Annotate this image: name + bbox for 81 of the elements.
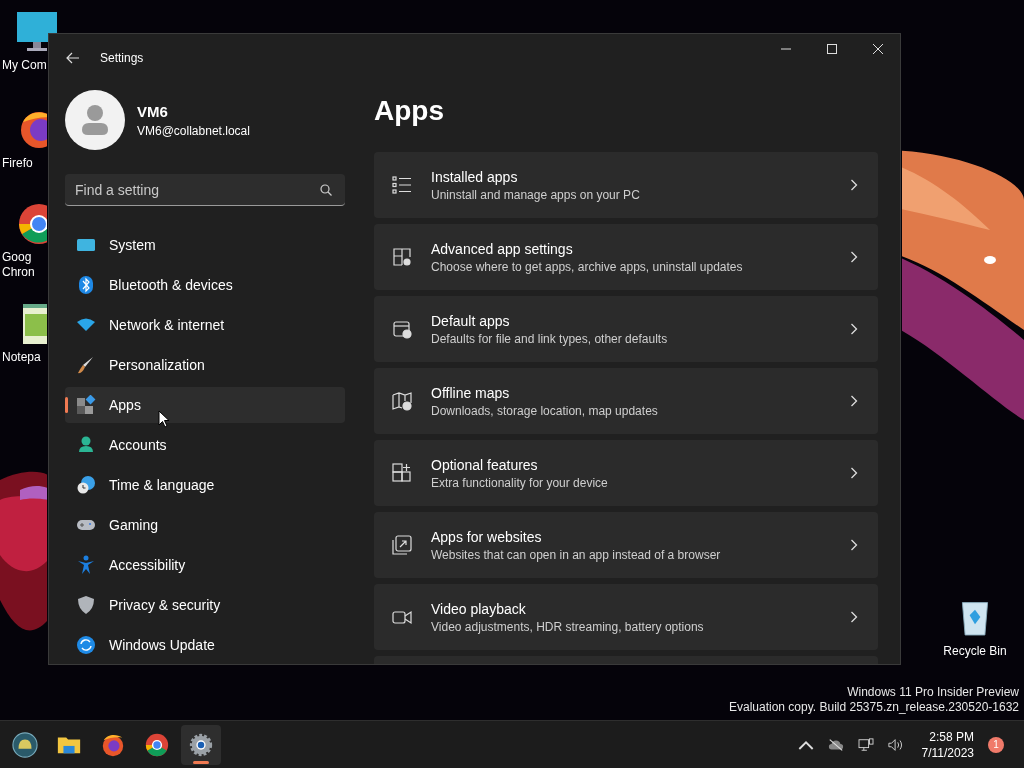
shield-icon — [76, 595, 96, 615]
desktop-icon-label: Chron — [2, 265, 35, 280]
settings-card[interactable]: Installed apps Uninstall and manage apps on your PC — [374, 152, 878, 218]
nav-item[interactable]: Accessibility — [65, 547, 345, 583]
cloud-off-icon[interactable] — [827, 737, 844, 752]
card-title: Advanced app settings — [431, 240, 574, 257]
chevron-right-icon — [850, 179, 858, 191]
settings-card[interactable]: Apps for websites Websites that can open in an app instead of a browser — [374, 512, 878, 578]
network-icon[interactable] — [857, 737, 874, 752]
search-icon[interactable] — [320, 184, 332, 196]
bluetooth-icon — [76, 275, 96, 295]
card-title: Offline maps — [431, 384, 511, 401]
chevron-right-icon — [850, 395, 858, 407]
page-title: Apps — [374, 94, 445, 128]
settings-card[interactable]: Offline maps Downloads, storage location, map updates — [374, 368, 878, 434]
card-description: Downloads, storage location, map updates — [431, 403, 658, 418]
nav-item[interactable]: Time & language — [65, 467, 345, 503]
nav-item[interactable]: Accounts — [65, 427, 345, 463]
search-field[interactable]: Find a setting — [65, 174, 345, 206]
selection-indicator — [65, 397, 68, 413]
settings-card[interactable]: Advanced app settings Choose where to get apps, archive apps, uninstall updates — [374, 224, 878, 290]
maximize-icon[interactable] — [827, 44, 837, 54]
user-email: VM6@collabnet.local — [137, 123, 250, 138]
shell-logo-icon — [12, 731, 38, 758]
nav-item[interactable]: System — [65, 227, 345, 263]
desktop-icon-label: Recycle Bin — [943, 644, 1007, 658]
card-description: Video adjustments, HDR streaming, battery options — [431, 619, 704, 634]
card-description: Choose where to get apps, archive apps, uninstall updates — [431, 259, 743, 274]
grid-plus-icon — [392, 463, 412, 483]
card-description: Defaults for file and link types, other defaults — [431, 331, 668, 346]
clock-button[interactable]: 2:58 PM 7/11/2023 — [921, 728, 974, 761]
chevron-right-icon — [850, 539, 858, 551]
chevron-right-icon — [850, 251, 858, 263]
desktop-icon-label: My Com — [2, 58, 47, 73]
chevron-right-icon — [850, 467, 858, 479]
clock-globe-icon — [76, 475, 96, 495]
nav-item[interactable]: Personalization — [65, 347, 345, 383]
chevron-right-icon — [850, 323, 858, 335]
nav-item[interactable]: Windows Update — [65, 627, 345, 663]
mouse-cursor-icon — [158, 410, 170, 428]
card-description: Extra functionality for your device — [431, 475, 608, 490]
user-name: VM6 — [137, 102, 169, 120]
window-check-icon — [392, 319, 412, 339]
desktop-icon-label: Goog — [2, 250, 32, 265]
card-title: Default apps — [431, 312, 511, 329]
card-title: Installed apps — [431, 168, 519, 185]
person-icon — [76, 435, 96, 455]
desktop-icon-label: Firefo — [2, 156, 33, 171]
monitor-icon[interactable] — [15, 10, 59, 54]
back-icon[interactable] — [66, 52, 80, 64]
card-description: Websites that can open in an app instead of a browser — [431, 547, 721, 562]
avatar-icon[interactable] — [65, 90, 125, 150]
card-title: Optional features — [431, 456, 539, 473]
settings-card[interactable]: Default apps Defaults for file and link types, other defaults — [374, 296, 878, 362]
nav-item[interactable]: Gaming — [65, 507, 345, 543]
settings-card[interactable]: Video playback Video adjustments, HDR streaming, battery options — [374, 584, 878, 650]
nav-item[interactable]: Bluetooth & devices — [65, 267, 345, 303]
window-gear-icon — [392, 247, 412, 267]
settings-button[interactable] — [181, 724, 221, 765]
nav-item[interactable]: Privacy & security — [65, 587, 345, 623]
card-title: Apps for websites — [431, 528, 543, 545]
nav-item[interactable]: Apps — [65, 387, 345, 423]
card-description: Uninstall and manage apps on your PC — [431, 187, 640, 202]
brush-icon — [76, 355, 96, 375]
desktop-icon-label: Notepa — [2, 350, 41, 365]
nav-item[interactable]: Network & internet — [65, 307, 345, 343]
accessibility-icon — [76, 555, 96, 575]
volume-icon[interactable] — [887, 737, 904, 752]
chrome-icon — [144, 731, 170, 758]
settings-card[interactable]: Optional features Extra functionality for your device — [374, 440, 878, 506]
gear-icon — [188, 731, 214, 758]
close-icon[interactable] — [873, 44, 883, 54]
update-icon — [76, 635, 96, 655]
watermark-text: Evaluation copy. Build 25375.zn_release.230520-1632 — [729, 700, 1019, 715]
apps-icon — [76, 395, 96, 415]
watermark-text: Windows 11 Pro Insider Preview — [847, 685, 1019, 700]
chevron-right-icon — [850, 611, 858, 623]
map-icon — [392, 391, 412, 411]
list-icon — [392, 175, 412, 195]
window-title: Settings — [100, 51, 144, 65]
card-title: Video playback — [431, 600, 527, 617]
